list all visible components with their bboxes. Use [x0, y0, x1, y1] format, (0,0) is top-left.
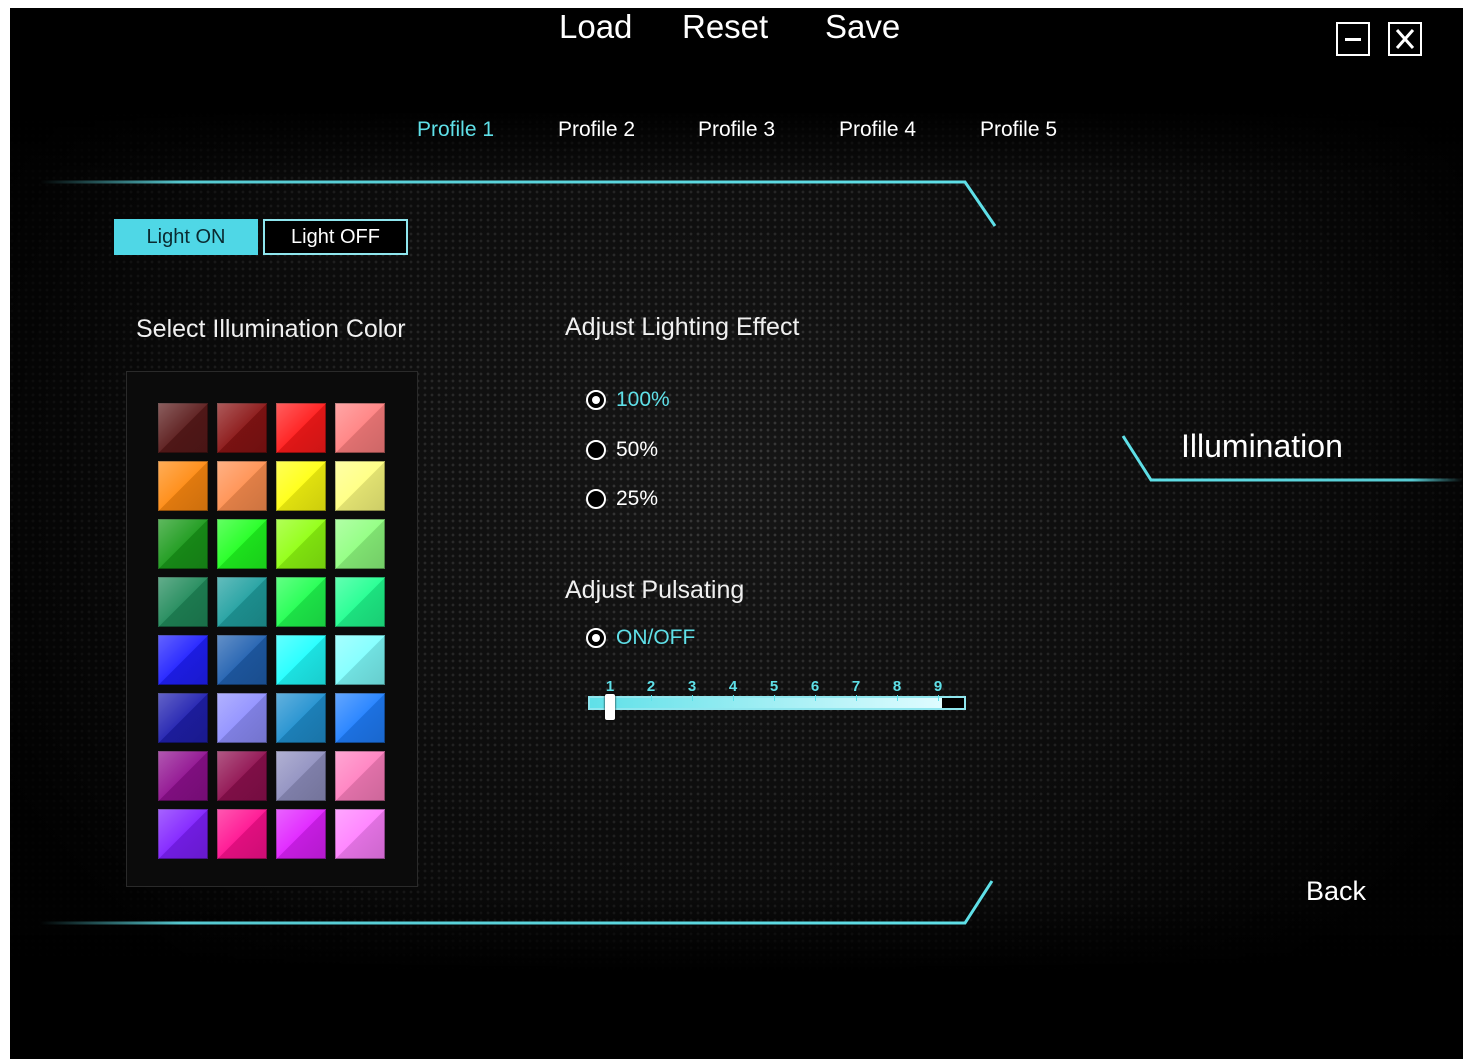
color-swatch[interactable]: [335, 519, 385, 569]
radio-icon[interactable]: [586, 489, 606, 509]
color-swatch[interactable]: [335, 751, 385, 801]
effect-section-title: Adjust Lighting Effect: [565, 313, 800, 341]
color-swatch[interactable]: [158, 403, 208, 453]
color-section-title: Select Illumination Color: [136, 315, 406, 343]
color-swatch[interactable]: [217, 635, 267, 685]
slider-tick-mark: [856, 695, 857, 701]
slider-tick-label: 5: [769, 678, 779, 695]
color-swatch[interactable]: [158, 693, 208, 743]
radio-selected-icon[interactable]: [586, 390, 606, 410]
slider-fill: [590, 698, 942, 708]
color-swatch[interactable]: [276, 519, 326, 569]
slider-tick-label: 6: [810, 678, 820, 695]
pulsating-speed-slider[interactable]: 1 2 3 4 5 6 7 8 9: [588, 678, 966, 720]
close-icon: [1395, 29, 1415, 49]
slider-tick-label: 1: [605, 678, 615, 695]
load-menu[interactable]: Load: [559, 8, 632, 46]
back-button[interactable]: Back: [1306, 876, 1366, 907]
color-swatch[interactable]: [217, 751, 267, 801]
color-swatch[interactable]: [276, 751, 326, 801]
slider-tick-label: 4: [728, 678, 738, 695]
light-off-button[interactable]: Light OFF: [263, 219, 408, 255]
color-swatch[interactable]: [158, 635, 208, 685]
color-swatch[interactable]: [335, 577, 385, 627]
slider-tick-label: 2: [646, 678, 656, 695]
slider-tick-mark: [938, 695, 939, 701]
slider-tick-mark: [733, 695, 734, 701]
section-title-illumination: Illumination: [1181, 428, 1343, 464]
minimize-icon: [1345, 38, 1361, 41]
tab-profile-1[interactable]: Profile 1: [417, 118, 494, 142]
effect-option-25[interactable]: 25%: [586, 487, 658, 511]
radio-icon[interactable]: [586, 440, 606, 460]
bottom-frame-line: [40, 880, 994, 925]
slider-tick-label: 3: [687, 678, 697, 695]
effect-option-label: 50%: [616, 438, 659, 461]
slider-track[interactable]: [588, 696, 966, 710]
reset-menu[interactable]: Reset: [682, 8, 768, 46]
color-swatch[interactable]: [276, 693, 326, 743]
color-swatch[interactable]: [217, 577, 267, 627]
color-swatch[interactable]: [158, 461, 208, 511]
color-swatch[interactable]: [276, 577, 326, 627]
effect-option-label: 100%: [616, 388, 670, 411]
color-swatch[interactable]: [217, 693, 267, 743]
radio-selected-icon[interactable]: [586, 628, 606, 648]
slider-thumb[interactable]: [605, 694, 615, 720]
effect-option-50[interactable]: 50%: [586, 438, 658, 462]
color-swatch[interactable]: [276, 403, 326, 453]
app-window: Load Reset Save Profile 1 Profile 2 Prof…: [10, 8, 1463, 1059]
color-swatch[interactable]: [335, 461, 385, 511]
color-swatch[interactable]: [217, 403, 267, 453]
color-swatch[interactable]: [158, 751, 208, 801]
color-swatch[interactable]: [276, 635, 326, 685]
color-swatch[interactable]: [158, 577, 208, 627]
color-swatch[interactable]: [335, 403, 385, 453]
color-swatch[interactable]: [335, 635, 385, 685]
pulsating-toggle[interactable]: ON/OFF: [586, 626, 695, 650]
color-swatch[interactable]: [276, 461, 326, 511]
effect-option-label: 25%: [616, 487, 659, 510]
slider-tick-mark: [815, 695, 816, 701]
tab-profile-3[interactable]: Profile 3: [698, 118, 775, 142]
color-swatch[interactable]: [217, 809, 267, 859]
color-swatch[interactable]: [158, 519, 208, 569]
slider-tick-label: 7: [851, 678, 861, 695]
effect-option-100[interactable]: 100%: [586, 388, 670, 412]
tab-profile-5[interactable]: Profile 5: [980, 118, 1057, 142]
slider-tick-mark: [651, 695, 652, 701]
color-swatch[interactable]: [276, 809, 326, 859]
tab-profile-2[interactable]: Profile 2: [558, 118, 635, 142]
slider-tick-mark: [897, 695, 898, 701]
close-button[interactable]: [1388, 22, 1422, 56]
color-swatch[interactable]: [335, 693, 385, 743]
slider-tick-mark: [774, 695, 775, 701]
pulsating-toggle-label: ON/OFF: [616, 626, 696, 649]
color-swatch[interactable]: [217, 461, 267, 511]
save-menu[interactable]: Save: [825, 8, 900, 46]
slider-tick-label: 9: [933, 678, 943, 695]
color-swatch[interactable]: [335, 809, 385, 859]
slider-tick-label: 8: [892, 678, 902, 695]
color-palette: [126, 371, 418, 887]
color-swatch[interactable]: [217, 519, 267, 569]
tab-profile-4[interactable]: Profile 4: [839, 118, 916, 142]
light-on-button[interactable]: Light ON: [114, 219, 258, 255]
pulsating-section-title: Adjust Pulsating: [565, 576, 745, 604]
color-swatch[interactable]: [158, 809, 208, 859]
slider-tick-mark: [692, 695, 693, 701]
minimize-button[interactable]: [1336, 22, 1370, 56]
